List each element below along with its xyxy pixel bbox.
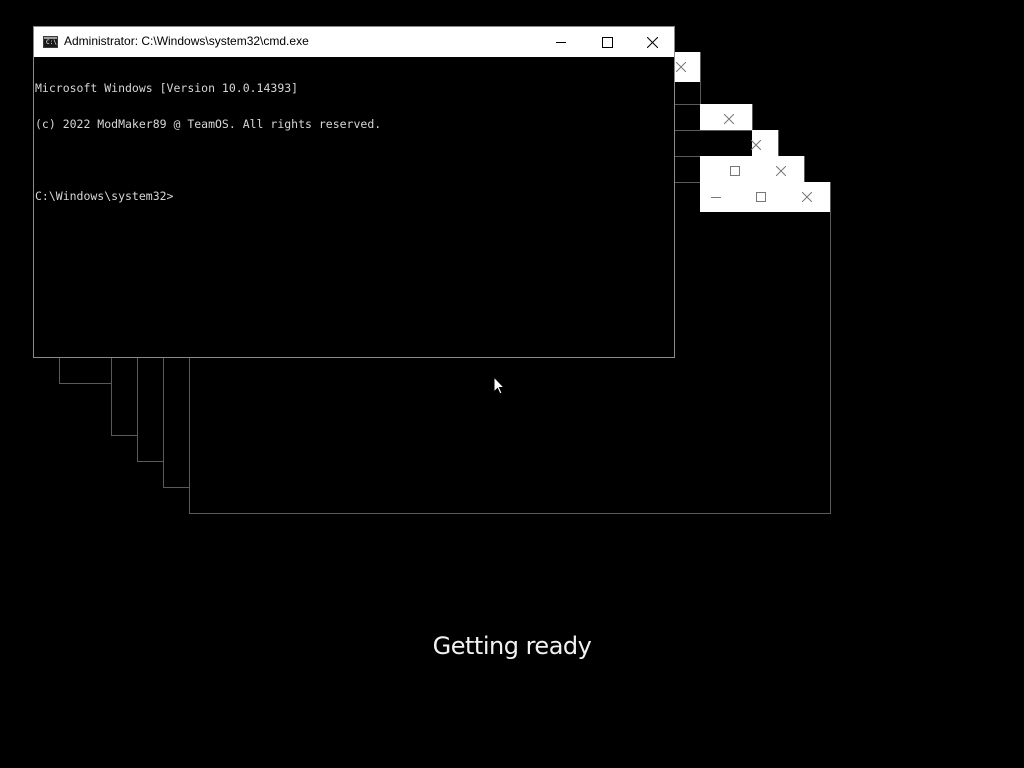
cmd-window[interactable]: C:\ Administrator: C:\Windows\system32\c… <box>33 26 675 358</box>
console-prompt: C:\Windows\system32> <box>35 189 174 203</box>
cmd-icon-glyph: C:\ <box>46 39 57 46</box>
console-line: (c) 2022 ModMaker89 @ TeamOS. All rights… <box>35 117 382 131</box>
mouse-pointer-icon <box>493 376 505 395</box>
title-bar[interactable]: C:\ Administrator: C:\Windows\system32\c… <box>34 27 674 57</box>
close-button[interactable] <box>629 27 675 57</box>
status-text: Getting ready <box>432 632 592 660</box>
console-output[interactable]: Microsoft Windows [Version 10.0.14393] (… <box>35 58 673 356</box>
minimize-icon <box>556 42 566 43</box>
maximize-icon[interactable] <box>738 182 784 212</box>
maximize-button[interactable] <box>584 27 630 57</box>
window-title: Administrator: C:\Windows\system32\cmd.e… <box>64 34 309 48</box>
maximize-icon <box>601 36 613 48</box>
minimize-icon[interactable] <box>693 182 739 212</box>
close-icon <box>646 36 658 48</box>
cmd-icon[interactable]: C:\ <box>43 36 58 48</box>
ghost-titlebar-5 <box>700 182 830 212</box>
console-line: Microsoft Windows [Version 10.0.14393] <box>35 81 299 95</box>
minimize-button[interactable] <box>538 27 584 57</box>
close-icon[interactable] <box>784 182 830 212</box>
